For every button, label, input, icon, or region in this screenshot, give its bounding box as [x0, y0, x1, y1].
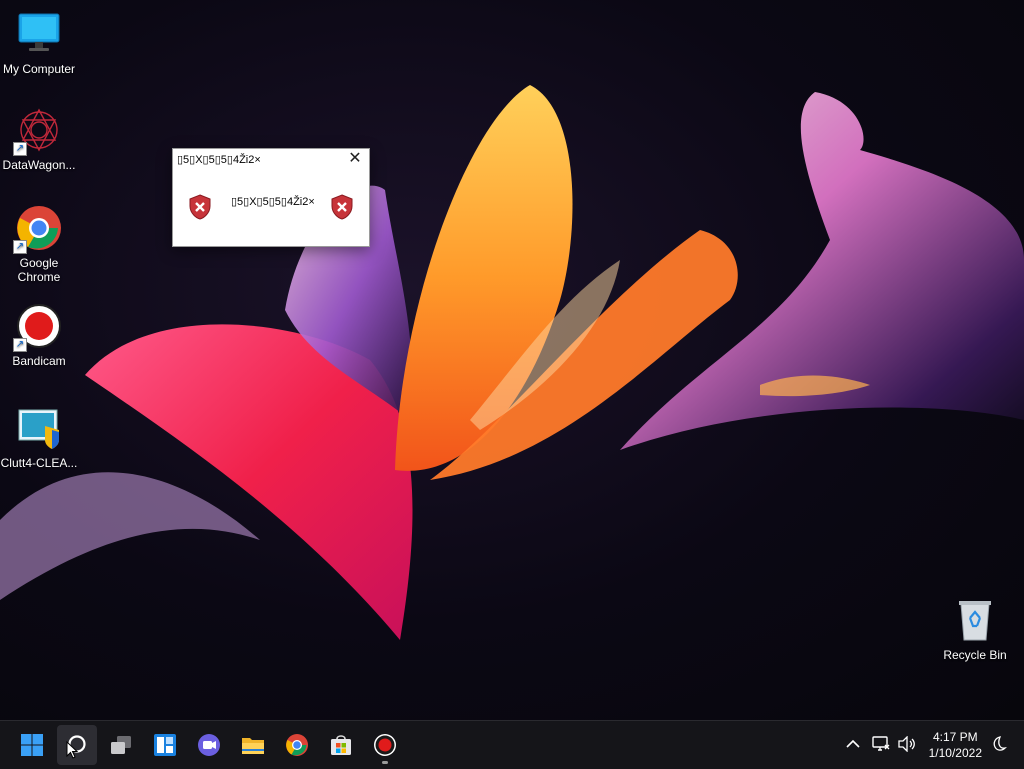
- desktop-icon-label: Bandicam: [12, 354, 66, 368]
- task-view-icon: [111, 736, 131, 754]
- desktop-icon-datawagon[interactable]: ↗ DataWagon...: [0, 106, 78, 172]
- start-button[interactable]: [12, 725, 52, 765]
- close-button[interactable]: ✕: [347, 151, 363, 167]
- chrome-taskbar-button[interactable]: [277, 725, 317, 765]
- focus-assist-moon-icon[interactable]: [989, 735, 1007, 753]
- store-button[interactable]: [321, 725, 361, 765]
- desktop-icon-clutt4[interactable]: Clutt4-CLEA...: [0, 404, 78, 470]
- clutt-icon: [15, 404, 63, 452]
- clock-time: 4:17 PM: [932, 730, 978, 744]
- widgets-icon: [154, 734, 176, 756]
- error-shield-icon: [189, 194, 211, 220]
- desktop-icon-label: DataWagon...: [2, 158, 76, 172]
- running-indicator: [382, 761, 388, 764]
- desktop-icon-label: Google Chrome: [17, 256, 61, 284]
- store-icon: [331, 735, 351, 755]
- shortcut-arrow-icon: ↗: [13, 240, 27, 254]
- bandicam-icon: [374, 734, 396, 756]
- network-icon[interactable]: [872, 736, 890, 752]
- error-shield-icon: [331, 194, 353, 220]
- file-explorer-button[interactable]: [233, 725, 273, 765]
- bandicam-icon: ↗: [13, 302, 63, 352]
- chat-button[interactable]: [189, 725, 229, 765]
- datawagon-icon: ↗: [13, 106, 63, 156]
- chevron-up-icon[interactable]: [846, 739, 860, 749]
- desktop-icon-google-chrome[interactable]: ↗ Google Chrome: [0, 204, 78, 284]
- folder-icon: [242, 738, 264, 754]
- desktop-icon-my-computer[interactable]: My Computer: [0, 10, 78, 76]
- monitor-icon: [15, 10, 63, 58]
- taskbar: 4:17 PM 1/10/2022: [0, 720, 1024, 769]
- dialog-message: ▯5▯X▯5▯5▯4Ži2×: [231, 196, 315, 208]
- mouse-cursor-icon: [66, 741, 78, 759]
- error-dialog: ▯5▯X▯5▯5▯4Ži2× ✕ ▯5▯X▯5▯5▯4Ži2×: [172, 148, 370, 247]
- speaker-icon[interactable]: [898, 736, 916, 752]
- recycle-bin-icon: [951, 596, 999, 644]
- chrome-icon: [286, 734, 308, 756]
- shortcut-arrow-icon: ↗: [13, 142, 27, 156]
- widgets-button[interactable]: [145, 725, 185, 765]
- task-view-button[interactable]: [101, 725, 141, 765]
- desktop-icon-bandicam[interactable]: ↗ Bandicam: [0, 302, 78, 368]
- shortcut-arrow-icon: ↗: [13, 338, 27, 352]
- desktop-icon-label: My Computer: [2, 62, 76, 76]
- chrome-icon: ↗: [13, 204, 63, 254]
- chat-icon: [198, 734, 220, 756]
- desktop-wallpaper: [0, 0, 1024, 720]
- desktop-icon-label: Clutt4-CLEA...: [0, 456, 78, 470]
- dialog-title: ▯5▯X▯5▯5▯4Ži2×: [177, 154, 261, 166]
- clock-date: 1/10/2022: [928, 746, 982, 760]
- taskbar-clock[interactable]: 4:17 PM 1/10/2022: [929, 729, 982, 761]
- bandicam-taskbar-button[interactable]: [365, 725, 405, 765]
- desktop-icon-label: Recycle Bin: [943, 648, 1007, 662]
- desktop-icon-recycle-bin[interactable]: Recycle Bin: [936, 596, 1014, 662]
- windows-logo-icon: [21, 734, 43, 756]
